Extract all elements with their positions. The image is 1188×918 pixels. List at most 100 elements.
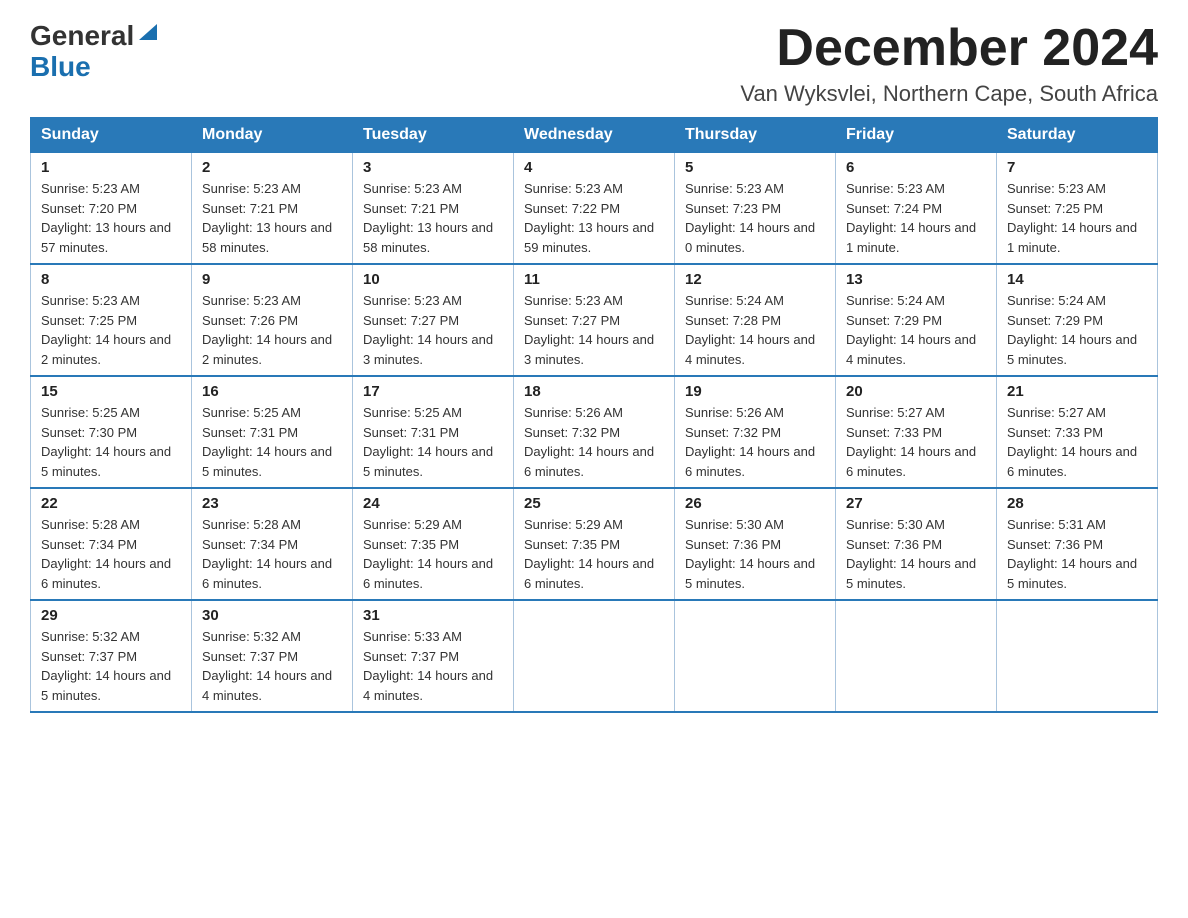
table-row: 29 Sunrise: 5:32 AMSunset: 7:37 PMDaylig… [31,600,192,712]
day-info: Sunrise: 5:23 AMSunset: 7:27 PMDaylight:… [524,293,654,367]
day-info: Sunrise: 5:23 AMSunset: 7:24 PMDaylight:… [846,181,976,255]
day-number: 19 [685,383,825,400]
table-row: 5 Sunrise: 5:23 AMSunset: 7:23 PMDayligh… [675,153,836,265]
calendar-week-row: 1 Sunrise: 5:23 AMSunset: 7:20 PMDayligh… [31,153,1158,265]
day-info: Sunrise: 5:23 AMSunset: 7:21 PMDaylight:… [363,181,493,255]
day-info: Sunrise: 5:23 AMSunset: 7:22 PMDaylight:… [524,181,654,255]
table-row: 22 Sunrise: 5:28 AMSunset: 7:34 PMDaylig… [31,488,192,600]
day-info: Sunrise: 5:25 AMSunset: 7:30 PMDaylight:… [41,405,171,479]
table-row [997,600,1158,712]
table-row: 12 Sunrise: 5:24 AMSunset: 7:28 PMDaylig… [675,264,836,376]
month-title: December 2024 [740,20,1158,77]
day-info: Sunrise: 5:25 AMSunset: 7:31 PMDaylight:… [202,405,332,479]
col-friday: Friday [836,118,997,153]
day-info: Sunrise: 5:29 AMSunset: 7:35 PMDaylight:… [524,517,654,591]
table-row: 8 Sunrise: 5:23 AMSunset: 7:25 PMDayligh… [31,264,192,376]
day-info: Sunrise: 5:31 AMSunset: 7:36 PMDaylight:… [1007,517,1137,591]
day-info: Sunrise: 5:29 AMSunset: 7:35 PMDaylight:… [363,517,493,591]
day-info: Sunrise: 5:23 AMSunset: 7:21 PMDaylight:… [202,181,332,255]
logo-text-general: General [30,22,134,50]
table-row: 6 Sunrise: 5:23 AMSunset: 7:24 PMDayligh… [836,153,997,265]
table-row: 17 Sunrise: 5:25 AMSunset: 7:31 PMDaylig… [353,376,514,488]
table-row: 28 Sunrise: 5:31 AMSunset: 7:36 PMDaylig… [997,488,1158,600]
day-number: 12 [685,271,825,288]
day-info: Sunrise: 5:30 AMSunset: 7:36 PMDaylight:… [685,517,815,591]
col-thursday: Thursday [675,118,836,153]
calendar-table: Sunday Monday Tuesday Wednesday Thursday… [30,117,1158,713]
table-row: 25 Sunrise: 5:29 AMSunset: 7:35 PMDaylig… [514,488,675,600]
day-number: 2 [202,159,342,176]
table-row: 7 Sunrise: 5:23 AMSunset: 7:25 PMDayligh… [997,153,1158,265]
day-number: 3 [363,159,503,176]
col-saturday: Saturday [997,118,1158,153]
day-number: 13 [846,271,986,288]
day-info: Sunrise: 5:23 AMSunset: 7:25 PMDaylight:… [41,293,171,367]
day-number: 17 [363,383,503,400]
day-number: 31 [363,607,503,624]
table-row [514,600,675,712]
day-number: 4 [524,159,664,176]
day-number: 30 [202,607,342,624]
table-row [836,600,997,712]
page-header: General Blue December 2024 Van Wyksvlei,… [30,20,1158,107]
table-row: 26 Sunrise: 5:30 AMSunset: 7:36 PMDaylig… [675,488,836,600]
day-info: Sunrise: 5:27 AMSunset: 7:33 PMDaylight:… [846,405,976,479]
title-area: December 2024 Van Wyksvlei, Northern Cap… [740,20,1158,107]
table-row: 27 Sunrise: 5:30 AMSunset: 7:36 PMDaylig… [836,488,997,600]
logo-triangle-icon [137,20,159,42]
day-number: 25 [524,495,664,512]
day-info: Sunrise: 5:32 AMSunset: 7:37 PMDaylight:… [41,629,171,703]
table-row: 24 Sunrise: 5:29 AMSunset: 7:35 PMDaylig… [353,488,514,600]
day-number: 27 [846,495,986,512]
day-info: Sunrise: 5:24 AMSunset: 7:29 PMDaylight:… [1007,293,1137,367]
day-number: 23 [202,495,342,512]
day-number: 9 [202,271,342,288]
day-number: 21 [1007,383,1147,400]
col-monday: Monday [192,118,353,153]
day-info: Sunrise: 5:26 AMSunset: 7:32 PMDaylight:… [524,405,654,479]
table-row [675,600,836,712]
calendar-week-row: 8 Sunrise: 5:23 AMSunset: 7:25 PMDayligh… [31,264,1158,376]
table-row: 9 Sunrise: 5:23 AMSunset: 7:26 PMDayligh… [192,264,353,376]
day-number: 14 [1007,271,1147,288]
table-row: 31 Sunrise: 5:33 AMSunset: 7:37 PMDaylig… [353,600,514,712]
day-number: 11 [524,271,664,288]
day-info: Sunrise: 5:33 AMSunset: 7:37 PMDaylight:… [363,629,493,703]
table-row: 3 Sunrise: 5:23 AMSunset: 7:21 PMDayligh… [353,153,514,265]
day-number: 26 [685,495,825,512]
day-info: Sunrise: 5:28 AMSunset: 7:34 PMDaylight:… [202,517,332,591]
table-row: 11 Sunrise: 5:23 AMSunset: 7:27 PMDaylig… [514,264,675,376]
table-row: 16 Sunrise: 5:25 AMSunset: 7:31 PMDaylig… [192,376,353,488]
table-row: 14 Sunrise: 5:24 AMSunset: 7:29 PMDaylig… [997,264,1158,376]
day-info: Sunrise: 5:23 AMSunset: 7:20 PMDaylight:… [41,181,171,255]
location-title: Van Wyksvlei, Northern Cape, South Afric… [740,81,1158,107]
day-info: Sunrise: 5:25 AMSunset: 7:31 PMDaylight:… [363,405,493,479]
day-info: Sunrise: 5:23 AMSunset: 7:23 PMDaylight:… [685,181,815,255]
table-row: 15 Sunrise: 5:25 AMSunset: 7:30 PMDaylig… [31,376,192,488]
day-info: Sunrise: 5:28 AMSunset: 7:34 PMDaylight:… [41,517,171,591]
day-number: 15 [41,383,181,400]
calendar-header-row: Sunday Monday Tuesday Wednesday Thursday… [31,118,1158,153]
day-info: Sunrise: 5:23 AMSunset: 7:26 PMDaylight:… [202,293,332,367]
table-row: 2 Sunrise: 5:23 AMSunset: 7:21 PMDayligh… [192,153,353,265]
day-number: 29 [41,607,181,624]
day-number: 28 [1007,495,1147,512]
table-row: 18 Sunrise: 5:26 AMSunset: 7:32 PMDaylig… [514,376,675,488]
day-info: Sunrise: 5:24 AMSunset: 7:29 PMDaylight:… [846,293,976,367]
day-number: 6 [846,159,986,176]
col-sunday: Sunday [31,118,192,153]
day-info: Sunrise: 5:32 AMSunset: 7:37 PMDaylight:… [202,629,332,703]
col-wednesday: Wednesday [514,118,675,153]
table-row: 19 Sunrise: 5:26 AMSunset: 7:32 PMDaylig… [675,376,836,488]
day-info: Sunrise: 5:26 AMSunset: 7:32 PMDaylight:… [685,405,815,479]
table-row: 20 Sunrise: 5:27 AMSunset: 7:33 PMDaylig… [836,376,997,488]
day-number: 10 [363,271,503,288]
day-number: 7 [1007,159,1147,176]
day-number: 24 [363,495,503,512]
table-row: 30 Sunrise: 5:32 AMSunset: 7:37 PMDaylig… [192,600,353,712]
day-number: 20 [846,383,986,400]
day-number: 1 [41,159,181,176]
table-row: 10 Sunrise: 5:23 AMSunset: 7:27 PMDaylig… [353,264,514,376]
day-info: Sunrise: 5:23 AMSunset: 7:27 PMDaylight:… [363,293,493,367]
table-row: 1 Sunrise: 5:23 AMSunset: 7:20 PMDayligh… [31,153,192,265]
